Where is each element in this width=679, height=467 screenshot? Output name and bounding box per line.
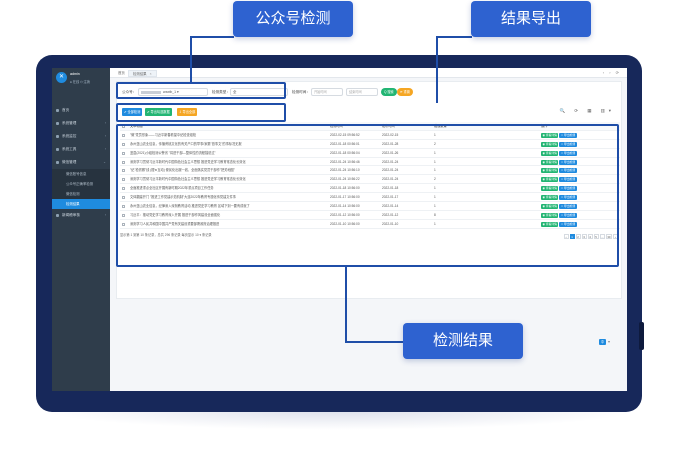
sidebar-item-news-review[interactable]: 新闻稿审核 ‹: [52, 209, 110, 222]
check-time-label: 检测时间：: [292, 90, 310, 94]
sidebar-item-wechat[interactable]: 微信管理 ⌄: [52, 156, 110, 169]
connector-account-check: [190, 36, 192, 82]
callout-result: 检测结果: [403, 323, 523, 359]
chevron-down-icon: ⌄: [103, 160, 106, 164]
tab-check-result[interactable]: 检测结果 ×: [128, 70, 157, 77]
chevron-icon: ‹: [104, 147, 106, 151]
app-logo-icon: ✕: [56, 72, 67, 83]
sidebar-item-tools[interactable]: 系统工具 ‹: [52, 143, 110, 156]
reset-button[interactable]: ⟳ 重置: [397, 88, 413, 96]
device-side-button: [639, 322, 644, 350]
tools-icon: [56, 148, 59, 151]
language-badge[interactable]: 中: [599, 339, 606, 345]
chevron-icon: ‹: [104, 134, 106, 138]
chevron-icon: ‹: [104, 121, 106, 125]
table-toolbar-icons[interactable]: 🔍 ⟳ ▦ ▥▾: [560, 108, 615, 114]
gear-icon: [56, 122, 59, 125]
sidebar-sub-account-info[interactable]: 微信账号信息: [52, 169, 110, 179]
marketing-composition: ✕ admin ● 在线 ⏻ 注销 首页 系统管理 ‹ 系统监控 ‹ 系统工具 ‹ 微…: [0, 0, 679, 467]
start-time-input[interactable]: 开始时间: [311, 88, 343, 96]
chevron-down-icon[interactable]: ▾: [608, 339, 610, 344]
connector-result: [345, 267, 347, 343]
chevron-icon: ‹: [104, 213, 106, 217]
sidebar-sub-wechat-check[interactable]: 微信检测: [52, 189, 110, 199]
tab-home[interactable]: 首页: [114, 70, 129, 77]
highlight-result: [116, 124, 619, 267]
sidebar-item-home[interactable]: 首页: [52, 104, 110, 117]
close-icon[interactable]: ×: [150, 72, 152, 76]
sidebar-item-system[interactable]: 系统管理 ‹: [52, 117, 110, 130]
sidebar-sub-check-result[interactable]: 检测结果: [52, 199, 110, 209]
home-icon: [56, 109, 59, 112]
sidebar-sub-accuracy-check[interactable]: 公众号正确率检测: [52, 179, 110, 189]
admin-status-links[interactable]: ● 在线 ⏻ 注销: [70, 79, 90, 84]
wechat-icon: [56, 161, 59, 164]
search-button[interactable]: Q 搜索: [381, 88, 397, 96]
callout-account-check: 公众号检测: [233, 1, 353, 37]
sidebar-nav: 首页 系统管理 ‹ 系统监控 ‹ 系统工具 ‹ 微信管理 ⌄ 微信账号信息 公众号正确率…: [52, 104, 110, 222]
end-time-input[interactable]: 结束时间: [346, 88, 378, 96]
news-icon: [56, 214, 59, 217]
connector-export: [436, 36, 438, 103]
connector-result-h: [345, 341, 403, 343]
connector-account-check-h: [190, 36, 234, 38]
tab-nav-icons[interactable]: ‹ › ⟳: [603, 70, 621, 75]
admin-name: admin: [70, 72, 80, 76]
top-tab-bar: 首页 检测结果 × ‹ › ⟳: [110, 68, 627, 78]
callout-export: 结果导出: [471, 1, 591, 37]
highlight-account-check: [116, 82, 286, 99]
connector-export-h: [436, 36, 472, 38]
sidebar: ✕ admin ● 在线 ⏻ 注销 首页 系统管理 ‹ 系统监控 ‹ 系统工具 ‹ 微…: [52, 68, 110, 391]
highlight-export: [116, 103, 286, 122]
sidebar-item-monitor[interactable]: 系统监控 ‹: [52, 130, 110, 143]
monitor-icon: [56, 135, 59, 138]
